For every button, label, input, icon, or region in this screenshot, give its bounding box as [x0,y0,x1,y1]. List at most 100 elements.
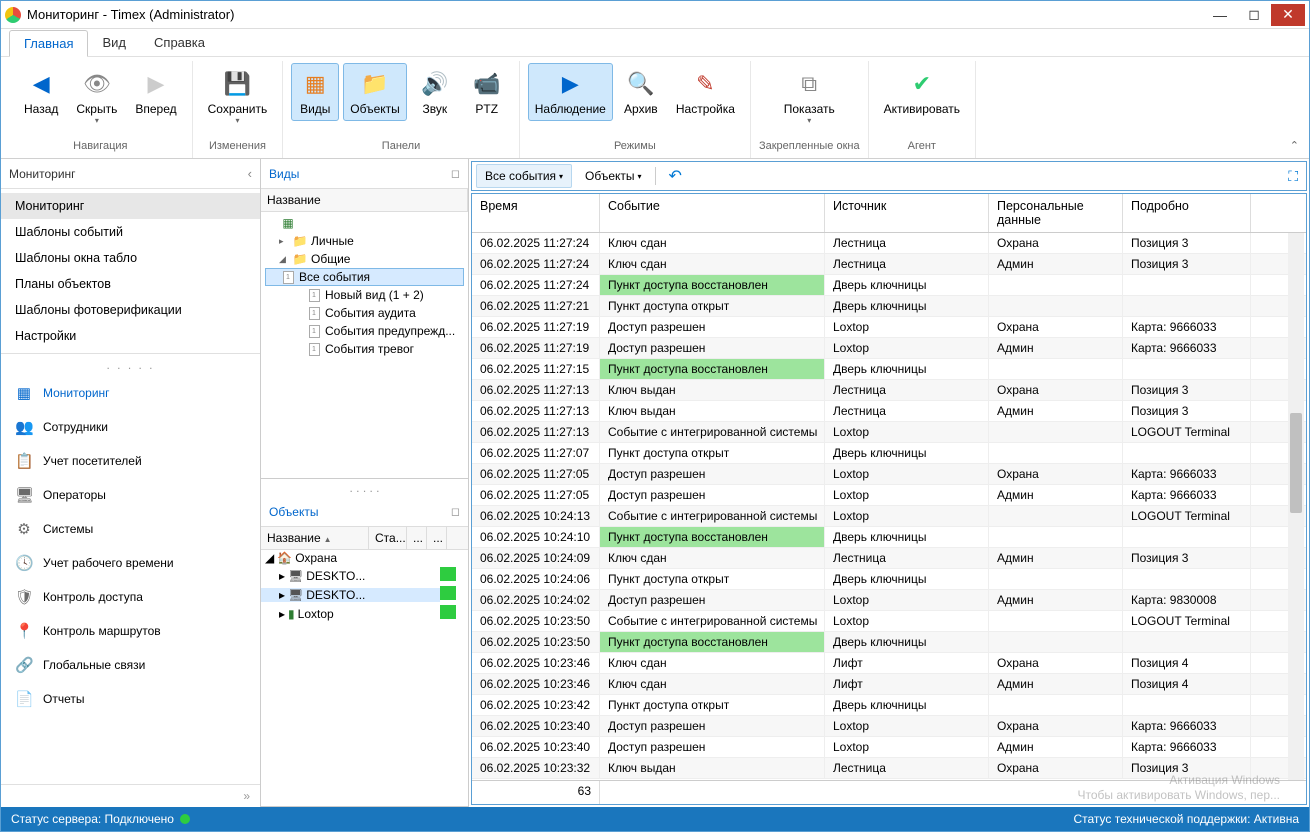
table-row[interactable]: 06.02.2025 10:24:09Ключ сданЛестницаАдми… [472,548,1306,569]
table-row[interactable]: 06.02.2025 11:27:13Ключ выданЛестницаАдм… [472,401,1306,422]
tree-toggle-icon[interactable]: ▸ [279,236,289,247]
table-row[interactable]: 06.02.2025 10:23:42Пункт доступа открытД… [472,695,1306,716]
tree-node[interactable]: 1Новый вид (1 + 2) [265,286,464,304]
ptz-button[interactable]: 📹PTZ [463,63,511,121]
object-toggle-icon[interactable]: ▸ [279,569,285,583]
tree-node[interactable]: ◢📁Общие [265,250,464,268]
tree-node[interactable]: 1События аудита [265,304,464,322]
objects-dropdown[interactable]: Объекты▾ [576,164,651,188]
subnav-item[interactable]: Мониторинг [1,193,260,219]
table-row[interactable]: 06.02.2025 10:24:06Пункт доступа открытД… [472,569,1306,590]
table-row[interactable]: 06.02.2025 10:24:02Доступ разрешенLoxtop… [472,590,1306,611]
views-col-name[interactable]: Название [261,189,468,211]
table-row[interactable]: 06.02.2025 11:27:24Ключ сданЛестницаАдми… [472,254,1306,275]
mainnav-item[interactable]: ▦Мониторинг [1,376,260,410]
table-row[interactable]: 06.02.2025 10:23:50Пункт доступа восстан… [472,632,1306,653]
collapse-left-icon[interactable]: ‹ [248,166,252,181]
table-row[interactable]: 06.02.2025 11:27:15Пункт доступа восстан… [472,359,1306,380]
object-row[interactable]: ▸▮Loxtop [261,604,468,623]
mainnav-item[interactable]: 🕓Учет рабочего времени [1,546,260,580]
mainnav-item[interactable]: 📋Учет посетителей [1,444,260,478]
table-row[interactable]: 06.02.2025 11:27:21Пункт доступа открытД… [472,296,1306,317]
menu-tab-1[interactable]: Вид [88,30,140,55]
ribbon-collapse-icon[interactable]: ⌃ [1290,139,1299,152]
table-row[interactable]: 06.02.2025 11:27:24Ключ сданЛестницаОхра… [472,233,1306,254]
tree-node[interactable]: ▦ [265,214,464,232]
object-toggle-icon[interactable]: ▸ [279,588,285,602]
mainnav-item[interactable]: 👥Сотрудники [1,410,260,444]
panel-splitter[interactable]: . . . . . [261,479,468,497]
menu-tab-2[interactable]: Справка [140,30,219,55]
table-row[interactable]: 06.02.2025 11:27:05Доступ разрешенLoxtop… [472,485,1306,506]
tree-node[interactable]: 1Все события [265,268,464,286]
table-row[interactable]: 06.02.2025 10:23:46Ключ сданЛифтАдминПоз… [472,674,1306,695]
object-toggle-icon[interactable]: ▸ [279,607,285,621]
watch-button[interactable]: ▶Наблюдение [528,63,613,121]
tree-node[interactable]: ▸📁Личные [265,232,464,250]
objects-button[interactable]: 📁Объекты [343,63,407,121]
table-row[interactable]: 06.02.2025 11:27:19Доступ разрешенLoxtop… [472,317,1306,338]
subnav-item[interactable]: Планы объектов [1,271,260,297]
objects-panel-restore-icon[interactable]: ◻ [451,505,460,518]
table-header-cell[interactable]: Подробно [1123,194,1251,232]
object-row[interactable]: ▸🖥DESKTO... [261,585,468,604]
table-row[interactable]: 06.02.2025 10:23:40Доступ разрешенLoxtop… [472,716,1306,737]
maximize-button[interactable]: ◻ [1237,4,1271,26]
back-button[interactable]: ◀Назад [17,63,65,121]
tree-node[interactable]: 1События тревог [265,340,464,358]
table-row[interactable]: 06.02.2025 10:23:50Событие с интегрирова… [472,611,1306,632]
table-row[interactable]: 06.02.2025 10:23:40Доступ разрешенLoxtop… [472,737,1306,758]
save-button[interactable]: 💾Сохранить▾ [201,63,275,130]
fwd-button[interactable]: ▶Вперед [128,63,183,121]
archive-button[interactable]: 🔍Архив [617,63,665,121]
show-button[interactable]: ⧉Показать▾ [777,63,842,130]
all-events-dropdown[interactable]: Все события▾ [476,164,572,188]
table-row[interactable]: 06.02.2025 10:24:10Пункт доступа восстан… [472,527,1306,548]
objects-col-status[interactable]: Ста... [369,527,407,549]
object-row[interactable]: ◢🏠Охрана [261,550,468,566]
objects-col-name[interactable]: Название▲ [261,527,369,549]
tree-toggle-icon[interactable]: ◢ [279,254,289,265]
scrollbar[interactable] [1288,233,1304,780]
mainnav-item[interactable]: 🔗Глобальные связи [1,648,260,682]
object-row[interactable]: ▸🖥DESKTO... [261,566,468,585]
table-row[interactable]: 06.02.2025 11:27:19Доступ разрешенLoxtop… [472,338,1306,359]
table-row[interactable]: 06.02.2025 11:27:24Пункт доступа восстан… [472,275,1306,296]
object-toggle-icon[interactable]: ◢ [265,551,274,565]
table-header-cell[interactable]: Персональные данные [989,194,1123,232]
minimize-button[interactable]: — [1203,4,1237,26]
menu-tab-0[interactable]: Главная [9,30,88,57]
subnav-item[interactable]: Настройки [1,323,260,349]
views-panel-restore-icon[interactable]: ◻ [451,167,460,180]
fullscreen-icon[interactable]: ⛶ [1284,166,1302,187]
close-button[interactable]: ✕ [1271,4,1305,26]
subnav-item[interactable]: Шаблоны фотоверификации [1,297,260,323]
objects-col-extra1[interactable]: ... [407,527,427,549]
expand-nav-icon[interactable]: » [1,784,260,807]
table-row[interactable]: 06.02.2025 11:27:13Событие с интегрирова… [472,422,1306,443]
table-body[interactable]: 06.02.2025 11:27:24Ключ сданЛестницаОхра… [472,233,1306,780]
table-row[interactable]: 06.02.2025 10:23:32Ключ выданЛестницаОхр… [472,758,1306,779]
mainnav-item[interactable]: 📍Контроль маршрутов [1,614,260,648]
setup-button[interactable]: ✎Настройка [669,63,742,121]
hide-button[interactable]: 👁Скрыть▾ [69,63,124,130]
table-header-cell[interactable]: Время [472,194,600,232]
table-header-cell[interactable]: Источник [825,194,989,232]
mainnav-item[interactable]: 📄Отчеты [1,682,260,716]
table-row[interactable]: 06.02.2025 10:24:13Событие с интегрирова… [472,506,1306,527]
tree-node[interactable]: 1События предупрежд... [265,322,464,340]
mainnav-item[interactable]: ⚙Системы [1,512,260,546]
activate-button[interactable]: ✔Активировать [877,63,967,121]
mainnav-item[interactable]: 🛡Контроль доступа [1,580,260,614]
table-row[interactable]: 06.02.2025 11:27:13Ключ выданЛестницаОхр… [472,380,1306,401]
subnav-item[interactable]: Шаблоны событий [1,219,260,245]
sound-button[interactable]: 🔊Звук [411,63,459,121]
table-row[interactable]: 06.02.2025 10:23:46Ключ сданЛифтОхранаПо… [472,653,1306,674]
undo-button[interactable]: ↶ [660,161,691,191]
subnav-item[interactable]: Шаблоны окна табло [1,245,260,271]
objects-col-extra2[interactable]: ... [427,527,447,549]
table-row[interactable]: 06.02.2025 11:27:07Пункт доступа открытД… [472,443,1306,464]
table-row[interactable]: 06.02.2025 11:27:05Доступ разрешенLoxtop… [472,464,1306,485]
views-button[interactable]: ▦Виды [291,63,339,121]
mainnav-item[interactable]: 🖥Операторы [1,478,260,512]
